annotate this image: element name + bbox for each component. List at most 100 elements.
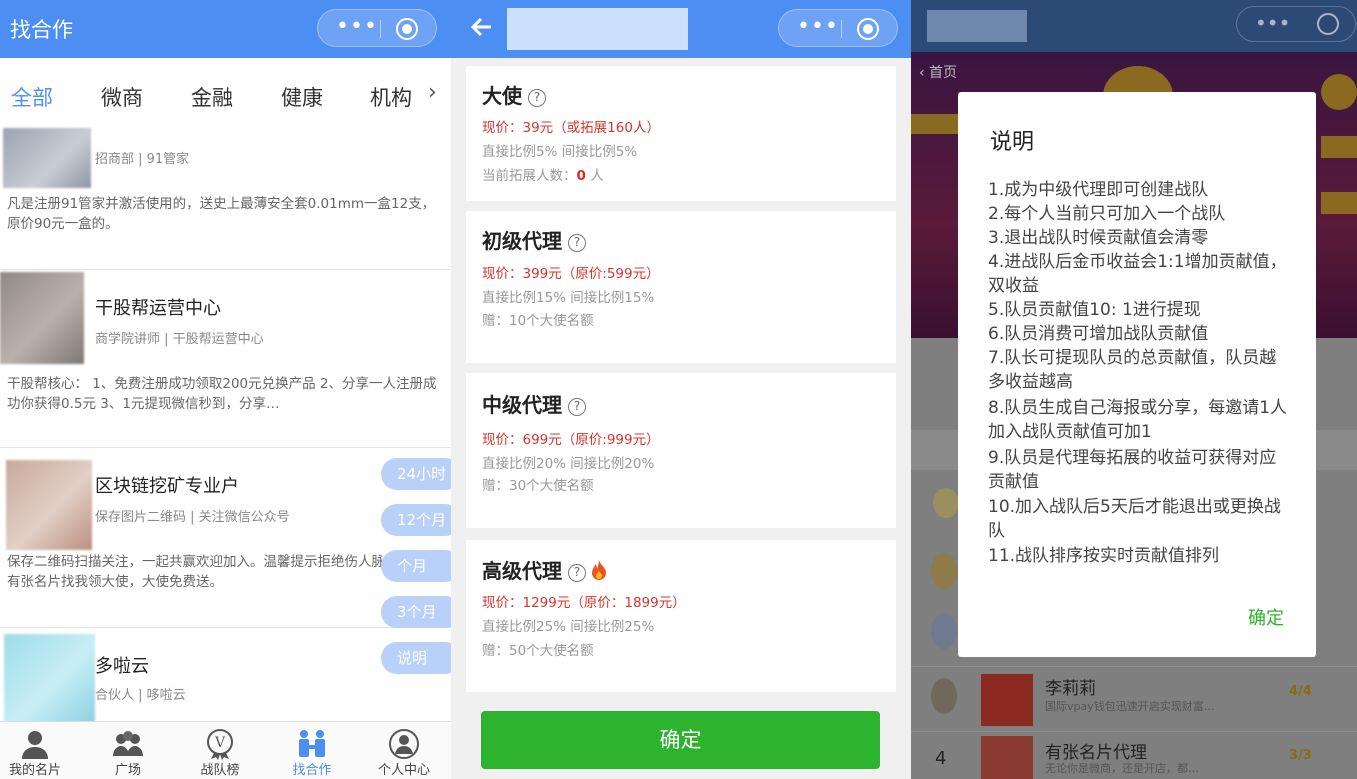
mini-program-capsule[interactable]: ••• (778, 9, 898, 47)
tier-price: 现价：399元（原价:599元） (482, 266, 660, 282)
more-icon[interactable]: ••• (1255, 11, 1290, 35)
row-avatar (981, 736, 1033, 779)
tabbar-my-card[interactable]: 我的名片 (0, 722, 70, 779)
tabbar-label: 找合作 (292, 763, 332, 778)
tier-ratio: 直接比例25% 间接比例25% (482, 619, 655, 635)
row-avatar (981, 674, 1033, 726)
rule-line: 10.加入战队后5天后才能退出或更换战队 (988, 497, 1281, 541)
tabbar-label: 战队榜 (200, 763, 240, 778)
divider (911, 666, 1357, 667)
list-item[interactable]: 干股帮运营中心 商学院讲师 | 干股帮运营中心 干股帮核心： 1、免费注册成功领… (0, 270, 451, 448)
card-subtitle: 保存图片二维码 | 关注微信公众号 (95, 510, 290, 525)
mini-program-capsule[interactable]: ••• (317, 9, 437, 47)
tabbar-team-ranking[interactable]: V 战队榜 (185, 722, 255, 779)
confirm-button[interactable]: 确定 (481, 711, 880, 769)
rule-line: 1.成为中级代理即可创建战队 (988, 180, 1209, 200)
card-title: 多啦云 (95, 656, 149, 677)
banner-tag (911, 114, 959, 134)
filter-pill-3m[interactable]: 3个月 (381, 596, 451, 628)
tier-card-ambassador[interactable]: 大使? 现价：39元（或拓展160人） 直接比例5% 间接比例5% 当前拓展人数… (466, 66, 896, 201)
nav-bar: 找合作 ••• (0, 0, 451, 58)
tab-all[interactable]: 全部 (11, 82, 53, 112)
rule-line: 5.队员贡献值10: 1进行提现 (988, 300, 1201, 320)
card-description: 干股帮核心： 1、免费注册成功领取200元兑换产品 2、分享一人注册成功你获得0… (7, 376, 437, 412)
row-score: 4/4 (1289, 684, 1312, 699)
tier-ratio: 直接比例20% 间接比例20% (482, 456, 655, 472)
nav-bar: ••• (451, 0, 911, 58)
row-name: 李莉莉 (1045, 679, 1096, 699)
chevron-right-icon[interactable]: › (428, 80, 437, 105)
group-icon (113, 731, 143, 756)
user-circle-icon (389, 729, 419, 759)
tier-price: 现价：39元（或拓展160人） (482, 120, 660, 136)
rule-line: 2.每个人当前只可加入一个战队 (988, 204, 1226, 224)
row-desc: 国际vpay钱包迅速开启实现财富… (1045, 700, 1215, 713)
tier-name: 大使? (482, 80, 546, 109)
question-icon[interactable]: ? (568, 398, 586, 416)
question-icon[interactable]: ? (528, 89, 546, 107)
filter-pill-12m[interactable]: 12个月 (381, 504, 451, 536)
tabbar-find-partner[interactable]: 找合作 (277, 722, 347, 779)
close-target-icon[interactable] (396, 18, 418, 40)
filter-pill-6m[interactable]: 个月 (381, 550, 451, 582)
tier-extra: 赠：10个大使名额 (482, 313, 594, 329)
tier-card-senior-agent[interactable]: 高级代理? 现价：1299元（原价：1899元） 直接比例25% 间接比例25%… (466, 540, 896, 692)
tier-card-mid-agent[interactable]: 中级代理? 现价：699元（原价:999元） 直接比例20% 间接比例20% 赠… (466, 373, 896, 528)
close-target-icon[interactable] (1317, 13, 1339, 35)
medal-icon (931, 613, 957, 649)
capsule-divider (841, 20, 842, 38)
exchange-badge (1321, 74, 1357, 110)
list-item[interactable]: 多啦云 合伙人 | 哆啦云 (0, 628, 451, 726)
tabbar-label: 我的名片 (8, 763, 61, 778)
tier-name: 初级代理? (482, 225, 586, 254)
tab-wechat-business[interactable]: 微商 (101, 82, 143, 112)
tier-card-junior-agent[interactable]: 初级代理? 现价：399元（原价:599元） 直接比例15% 间接比例15% 赠… (466, 211, 896, 363)
tabbar-profile[interactable]: 个人中心 (369, 722, 439, 779)
back-home-link[interactable]: ‹ 首页 (919, 62, 957, 82)
explanation-dialog: 说明 1.成为中级代理即可创建战队 2.每个人当前只可加入一个战队 3.退出战队… (958, 92, 1316, 657)
tabbar-label: 广场 (114, 763, 141, 778)
nav-bar: ••• (911, 0, 1357, 52)
medal-icon (931, 678, 957, 714)
rule-line: 3.退出战队时候贡献值会清零 (988, 228, 1209, 248)
dialog-confirm-button[interactable]: 确定 (1248, 604, 1284, 630)
explain-pill[interactable]: 说明 (381, 642, 451, 674)
filter-pill-24h[interactable]: 24小时 (381, 458, 451, 490)
tab-finance[interactable]: 金融 (191, 82, 233, 112)
rule-line: 6.队员消费可增加战队贡献值 (988, 324, 1209, 344)
bottom-tab-bar: 我的名片 广场 V 战队榜 找合作 个人中心 (0, 721, 451, 779)
list-item[interactable]: 招商部 | 91管家 凡是注册91管家并激活使用的，送史上最薄安全套0.01mm… (0, 124, 451, 270)
avatar (0, 272, 84, 364)
avatar (3, 128, 91, 188)
question-icon[interactable]: ? (568, 234, 586, 252)
more-icon[interactable]: ••• (793, 14, 843, 42)
card-title: 干股帮运营中心 (95, 298, 221, 319)
person-icon (22, 731, 48, 759)
tabbar-square[interactable]: 广场 (93, 722, 163, 779)
card-subtitle: 合伙人 | 哆啦云 (95, 688, 186, 703)
capsule-divider (380, 20, 381, 38)
tier-name: 中级代理? (482, 389, 586, 418)
tier-price: 现价：1299元（原价：1899元） (482, 595, 686, 611)
dialog-title: 说明 (990, 130, 1035, 155)
mini-program-capsule[interactable]: ••• (1236, 6, 1356, 42)
rule-line: 8.队员生成自己海报或分享，每邀请1人加入战队贡献值可加1 (988, 398, 1288, 442)
banner-tag (1321, 136, 1357, 158)
row-desc: 无论你是微商，还是开店，都… (1045, 762, 1199, 775)
more-icon[interactable]: ••• (332, 14, 382, 42)
rule-line: 7.队长可提现队员的总贡献值，队员越多收益越高 (988, 348, 1277, 392)
medal-icon (933, 488, 959, 518)
banner-tag (1321, 192, 1357, 214)
v-badge-icon: V (207, 729, 233, 760)
close-target-icon[interactable] (857, 18, 879, 40)
divider (911, 731, 1357, 732)
avatar (4, 634, 95, 726)
question-icon[interactable]: ? (568, 564, 586, 582)
blurred-title (927, 10, 1027, 42)
tab-health[interactable]: 健康 (281, 82, 323, 112)
tab-organization[interactable]: 机构 (370, 82, 412, 112)
membership-tier-screen: ••• 大使? 现价：39元（或拓展160人） 直接比例5% 间接比例5% 当前… (451, 0, 911, 779)
back-arrow-icon[interactable] (469, 14, 495, 40)
tier-extra: 赠：30个大使名额 (482, 478, 594, 494)
team-ranking-screen: ••• ‹ 首页 李莉莉 国际vpay钱包迅速开启实现财富… 4/4 4 有张名… (911, 0, 1357, 779)
